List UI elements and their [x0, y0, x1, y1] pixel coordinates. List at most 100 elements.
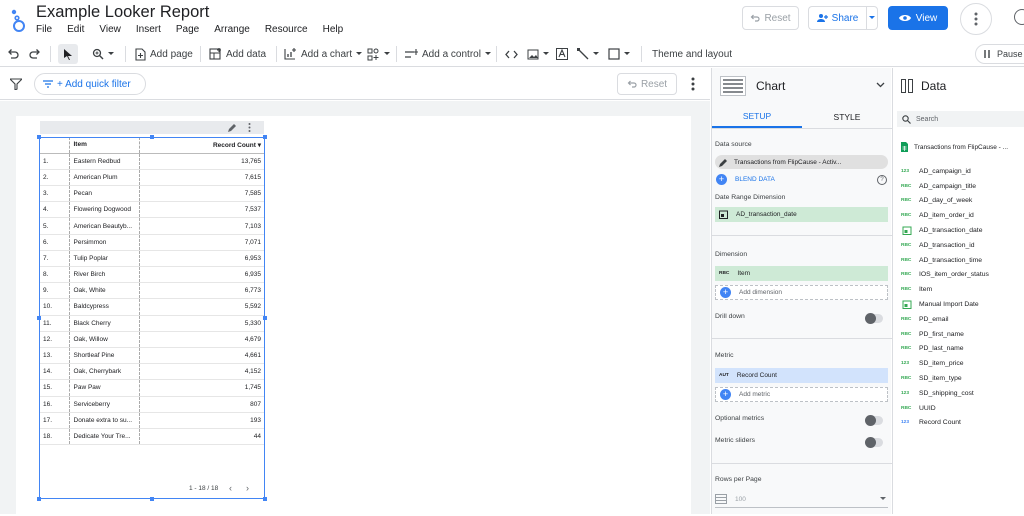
row-number: 17. — [39, 412, 70, 429]
table-row[interactable]: 4. Flowering Dogwood 7,537 — [39, 201, 265, 219]
field-list-item[interactable]: RBC PD_email — [893, 312, 1024, 327]
field-list-item[interactable]: RBC Item — [893, 282, 1024, 297]
table-row[interactable]: 15. Paw Paw 1,745 — [39, 379, 265, 397]
field-list-item[interactable]: RBC SD_item_type — [893, 371, 1024, 386]
field-list-item[interactable]: RBC AD_transaction_time — [893, 253, 1024, 268]
table-row[interactable]: 17. Donate extra to su... 193 — [39, 412, 265, 429]
table-row[interactable]: 14. Oak, Cherrybark 4,152 — [39, 363, 265, 381]
table-row[interactable]: 9. Oak, White 6,773 — [39, 282, 265, 300]
table-row[interactable]: 16. Serviceberry 807 — [39, 396, 265, 413]
metric-sliders-toggle[interactable] — [865, 437, 883, 448]
menu-view[interactable]: View — [99, 24, 121, 35]
community-viz-button[interactable] — [367, 41, 390, 67]
embed-code-button[interactable] — [505, 41, 518, 67]
field-list-item[interactable]: RBC PD_last_name — [893, 342, 1024, 357]
menu-file[interactable]: File — [36, 24, 52, 35]
blend-data-button[interactable]: + BLEND DATA — [716, 174, 775, 185]
tab-setup[interactable]: SETUP — [712, 105, 802, 128]
field-list-item[interactable]: Manual Import Date — [893, 297, 1024, 312]
menu-page[interactable]: Page — [176, 24, 199, 35]
add-metric-button[interactable]: + Add metric — [715, 387, 888, 402]
table-row[interactable]: 12. Oak, Willow 4,679 — [39, 331, 265, 348]
item-column-header[interactable]: Item — [69, 137, 140, 154]
field-list-item[interactable]: RBC AD_campaign_title — [893, 179, 1024, 194]
menu-help[interactable]: Help — [323, 24, 344, 35]
share-dropdown-button[interactable] — [866, 6, 878, 30]
menu-edit[interactable]: Edit — [67, 24, 84, 35]
optional-metrics-toggle[interactable] — [865, 415, 883, 426]
menu-resource[interactable]: Resource — [265, 24, 308, 35]
field-list-item[interactable]: RBC AD_transaction_id — [893, 238, 1024, 253]
pause-button[interactable]: Pause — [975, 44, 1024, 64]
filter-icon[interactable] — [10, 78, 22, 90]
table-row[interactable]: 1. Eastern Redbud 13,765 — [39, 153, 265, 170]
field-list-item[interactable]: RBC PD_first_name — [893, 327, 1024, 342]
dimension-field-chip[interactable]: RBC Item — [715, 266, 888, 281]
field-list-item[interactable]: 123 Record Count — [893, 416, 1024, 431]
help-icon[interactable] — [1014, 9, 1024, 25]
add-data-button[interactable]: Add data — [209, 41, 266, 67]
table-row[interactable]: 10. Baldcypress 5,592 — [39, 298, 265, 316]
text-button[interactable] — [556, 41, 568, 67]
table-row[interactable]: 13. Shortleaf Pine 4,661 — [39, 347, 265, 365]
row-number: 13. — [39, 347, 70, 365]
add-page-button[interactable]: Add page — [135, 41, 193, 67]
share-button[interactable]: Share — [808, 6, 866, 30]
metric-field-chip[interactable]: AUT Record Count — [715, 368, 888, 383]
pencil-icon[interactable] — [228, 123, 237, 132]
table-row[interactable]: 18. Dedicate Your Tre... 44 — [39, 428, 265, 446]
report-title[interactable]: Example Looker Report — [36, 3, 209, 22]
tab-style[interactable]: STYLE — [802, 105, 892, 128]
data-source-chip[interactable]: Transactions from FlipCause - Activ... — [715, 155, 888, 169]
date-range-field-chip[interactable]: AD_transaction_date — [715, 207, 888, 222]
more-options-button[interactable] — [960, 3, 992, 35]
add-control-button[interactable]: Add a control — [405, 41, 491, 67]
table-row[interactable]: 8. River Birch 6,935 — [39, 266, 265, 284]
looker-logo-icon[interactable] — [8, 8, 30, 34]
data-source-item[interactable]: Transactions from FlipCause - ... — [901, 142, 1008, 152]
field-list-item[interactable]: AD_transaction_date — [893, 223, 1024, 238]
chevron-down-icon[interactable] — [876, 82, 885, 88]
shape-button[interactable] — [608, 41, 630, 67]
menu-insert[interactable]: Insert — [136, 24, 161, 35]
rows-per-page-select[interactable]: 100 — [715, 491, 888, 508]
pagination-label: 1 - 18 / 18 — [189, 485, 219, 492]
redo-button[interactable] — [29, 41, 41, 67]
field-list-item[interactable]: 123 AD_campaign_id — [893, 164, 1024, 179]
table-row[interactable]: 3. Pecan 7,585 — [39, 185, 265, 203]
select-tool-button[interactable] — [58, 44, 78, 64]
table-row[interactable]: 6. Persimmon 7,071 — [39, 234, 265, 251]
kebab-icon[interactable] — [691, 77, 695, 91]
field-list-item[interactable]: 123 SD_item_price — [893, 356, 1024, 371]
field-list-item[interactable]: RBC UUID — [893, 401, 1024, 416]
field-search-input[interactable]: Search — [897, 111, 1024, 127]
field-list-item[interactable]: RBC IOS_item_order_status — [893, 268, 1024, 283]
zoom-button[interactable] — [92, 41, 114, 67]
field-list-item[interactable]: RBC AD_day_of_week — [893, 194, 1024, 209]
drill-down-toggle[interactable] — [865, 313, 883, 324]
field-list-item[interactable]: RBC AD_item_order_id — [893, 208, 1024, 223]
add-chart-button[interactable]: Add a chart — [284, 41, 363, 67]
field-list-item[interactable]: 123 SD_shipping_cost — [893, 386, 1024, 401]
view-button[interactable]: View — [888, 6, 948, 30]
table-row[interactable]: 11. Black Cherry 5,330 — [39, 315, 265, 332]
table-row[interactable]: 5. American Beautyb... 7,103 — [39, 217, 265, 235]
add-dimension-button[interactable]: + Add dimension — [715, 285, 888, 300]
menu-arrange[interactable]: Arrange — [214, 24, 250, 35]
line-button[interactable] — [577, 41, 599, 67]
theme-layout-button[interactable]: Theme and layout — [652, 41, 732, 67]
image-button[interactable] — [527, 41, 549, 67]
table-row[interactable]: 2. American Plum 7,615 — [39, 169, 265, 187]
help-icon[interactable]: ? — [877, 175, 887, 185]
field-name: AD_transaction_time — [919, 256, 983, 264]
undo-button[interactable] — [7, 41, 19, 67]
table-row[interactable]: 7. Tulip Poplar 6,953 — [39, 250, 265, 268]
table-chart[interactable]: Item Record Count ▾ 1. Eastern Redbud 13,7… — [39, 137, 265, 446]
kebab-icon[interactable] — [248, 123, 251, 132]
reset-button[interactable]: Reset — [742, 6, 799, 30]
prev-page-icon[interactable]: ‹ — [229, 483, 232, 493]
add-quick-filter-button[interactable]: + Add quick filter — [34, 73, 146, 95]
record-count-column-header[interactable]: Record Count ▾ — [139, 137, 265, 154]
next-page-icon[interactable]: › — [246, 483, 249, 493]
filter-reset-button[interactable]: Reset — [617, 73, 677, 95]
